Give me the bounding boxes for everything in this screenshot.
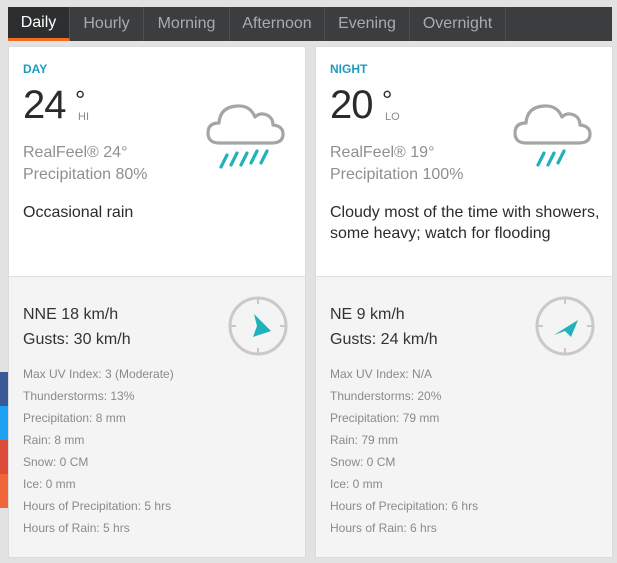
day-temperature: 24 <box>23 83 66 127</box>
day-hi-label: HI <box>78 111 89 123</box>
night-wind: NE 9 km/h <box>330 306 405 323</box>
night-lo-label: LO <box>385 111 400 123</box>
day-forecast-card: DAY 24 ° HI RealFeel® 24° Precipitation … <box>8 46 306 558</box>
more-share-button[interactable] <box>0 474 8 508</box>
day-stat-hours-rain: Hours of Rain: 5 hrs <box>23 521 130 535</box>
day-stat-rain: Rain: 8 mm <box>23 433 85 447</box>
night-stat-hours-rain: Hours of Rain: 6 hrs <box>330 521 437 535</box>
night-stat-ice: Ice: 0 mm <box>330 477 383 491</box>
day-wind-compass-icon <box>228 296 288 356</box>
tab-overnight[interactable]: Overnight <box>410 7 506 41</box>
day-precipitation-chance: Precipitation 80% <box>23 166 148 183</box>
night-realfeel: RealFeel® 19° <box>330 144 435 161</box>
rain-cloud-icon <box>513 104 592 167</box>
night-temperature: 20 <box>330 83 373 127</box>
night-gusts: Gusts: 24 km/h <box>330 331 438 348</box>
night-stat-hours-precipitation: Hours of Precipitation: 6 hrs <box>330 499 479 513</box>
twitter-share-button[interactable] <box>0 406 8 440</box>
day-stat-snow: Snow: 0 CM <box>23 455 89 469</box>
tab-hourly[interactable]: Hourly <box>70 7 144 41</box>
forecast-tab-bar: Daily Hourly Morning Afternoon Evening O… <box>8 7 612 41</box>
google-share-button[interactable] <box>0 440 8 474</box>
tab-evening[interactable]: Evening <box>325 7 410 41</box>
night-wind-compass-icon <box>535 296 595 356</box>
day-stat-thunderstorms: Thunderstorms: 13% <box>23 389 135 403</box>
rain-cloud-icon <box>206 104 285 169</box>
day-stat-uv-index: Max UV Index: 3 (Moderate) <box>23 367 174 381</box>
day-description: Occasional rain <box>23 204 134 221</box>
day-label: DAY <box>23 62 48 76</box>
night-stat-rain: Rain: 79 mm <box>330 433 399 447</box>
night-description: Cloudy most of the time with showers, so… <box>330 204 600 242</box>
tab-afternoon[interactable]: Afternoon <box>230 7 325 41</box>
day-realfeel: RealFeel® 24° <box>23 144 128 161</box>
day-stat-hours-precipitation: Hours of Precipitation: 5 hrs <box>23 499 172 513</box>
night-stat-precipitation: Precipitation: 79 mm <box>330 411 440 425</box>
day-wind: NNE 18 km/h <box>23 306 119 323</box>
night-precipitation-chance: Precipitation 100% <box>330 166 464 183</box>
day-gusts: Gusts: 30 km/h <box>23 331 131 348</box>
night-stat-snow: Snow: 0 CM <box>330 455 396 469</box>
night-stat-uv-index: Max UV Index: N/A <box>330 367 433 381</box>
night-label: NIGHT <box>330 62 368 76</box>
tab-morning[interactable]: Morning <box>144 7 230 41</box>
tab-daily[interactable]: Daily <box>8 7 70 41</box>
facebook-share-button[interactable] <box>0 372 8 406</box>
night-summary-panel: NIGHT 20 ° LO RealFeel® 19° Precipitatio… <box>316 47 612 277</box>
night-stat-thunderstorms: Thunderstorms: 20% <box>330 389 442 403</box>
night-forecast-card: NIGHT 20 ° LO RealFeel® 19° Precipitatio… <box>315 46 613 558</box>
day-stat-precipitation: Precipitation: 8 mm <box>23 411 126 425</box>
day-summary-panel: DAY 24 ° HI RealFeel® 24° Precipitation … <box>9 47 305 277</box>
day-stat-ice: Ice: 0 mm <box>23 477 76 491</box>
